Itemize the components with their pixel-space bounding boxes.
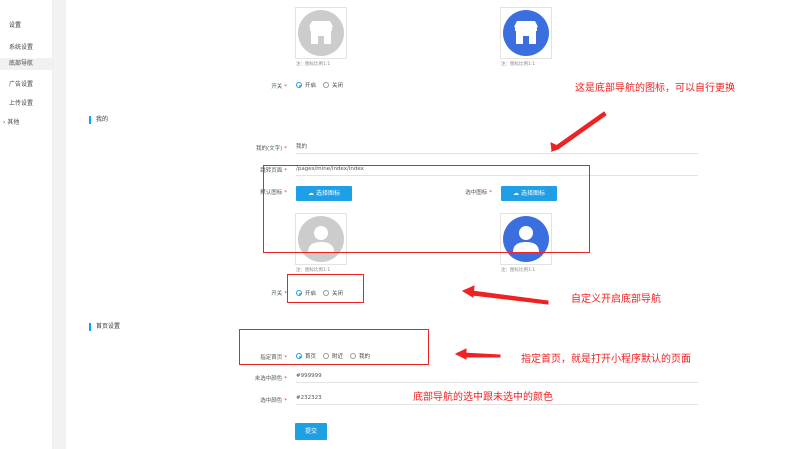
arrow-icon bbox=[464, 289, 549, 305]
annotation-icon-note: 这是底部导航的图标，可以自行更换 bbox=[575, 83, 735, 94]
arrow-icon bbox=[461, 285, 475, 298]
annotation-arrows bbox=[454, 111, 607, 360]
arrow-icon bbox=[550, 111, 607, 153]
arrow-icon bbox=[454, 348, 467, 360]
annotation-custom-note: 自定义开启底部导航 bbox=[571, 294, 661, 305]
annotation-home-note: 指定首页，就是打开小程序默认的页面 bbox=[521, 354, 691, 365]
annotation-color-note: 底部导航的选中跟未选中的颜色 bbox=[413, 392, 553, 403]
